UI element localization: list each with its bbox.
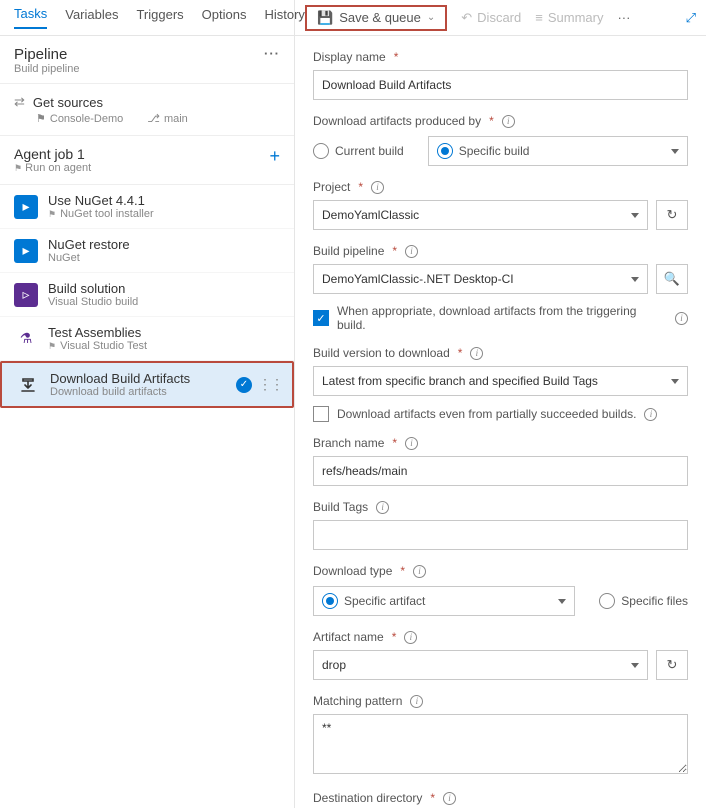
partial-cb-label: Download artifacts even from partially s… <box>337 407 636 421</box>
add-task-icon[interactable]: + <box>269 146 280 174</box>
version-select[interactable]: Latest from specific branch and specifie… <box>313 366 688 396</box>
pipeline-label: Build pipeline <box>313 244 384 258</box>
branch-label: Branch name <box>313 436 384 450</box>
dltype-label: Download type <box>313 564 392 578</box>
expand-icon[interactable]: ⤢ <box>686 10 696 26</box>
nuget-icon: ▸ <box>14 195 38 219</box>
save-icon: 💾 <box>317 10 333 26</box>
task-test[interactable]: ⚗ Test Assemblies ⚑Visual Studio Test <box>0 317 294 361</box>
flag-icon: ⚑ <box>48 341 56 352</box>
version-label: Build version to download <box>313 346 450 360</box>
info-icon[interactable]: i <box>413 565 426 578</box>
pipeline-select[interactable]: DemoYamlClassic-.NET Desktop-CI <box>313 264 648 294</box>
get-sources[interactable]: ⇄ Get sources ⚑Console-Demo ⎇main <box>0 84 294 136</box>
tags-input[interactable] <box>313 520 688 550</box>
sources-repo: ⚑Console-Demo <box>36 112 123 125</box>
branch-input[interactable] <box>313 456 688 486</box>
project-select[interactable]: DemoYamlClassic <box>313 200 648 230</box>
grip-icon[interactable]: ⋮⋮ <box>258 376 282 393</box>
branch-icon: ⎇ <box>147 112 160 125</box>
info-icon[interactable]: i <box>410 695 423 708</box>
tab-options[interactable]: Options <box>202 7 247 28</box>
refresh-icon: ↻ <box>667 207 678 223</box>
radio-specific-build[interactable]: Specific build <box>428 136 688 166</box>
trigger-cb-label: When appropriate, download artifacts fro… <box>337 304 667 332</box>
undo-icon: ↶ <box>461 10 472 26</box>
pipeline-title: Pipeline <box>14 46 79 63</box>
agent-title: Agent job 1 <box>14 146 91 162</box>
tabs: Tasks Variables Triggers Options History <box>0 0 294 36</box>
artifact-select[interactable]: drop <box>313 650 648 680</box>
task-nuget-install[interactable]: ▸ Use NuGet 4.4.1 ⚑NuGet tool installer <box>0 185 294 229</box>
flag-icon: ⚑ <box>48 209 56 220</box>
info-icon[interactable]: i <box>404 631 417 644</box>
info-icon[interactable]: i <box>371 181 384 194</box>
display-name-label: Display name <box>313 50 386 64</box>
flag-icon: ⚑ <box>14 163 22 173</box>
vs-icon: ▹ <box>14 283 38 307</box>
download-icon <box>16 373 40 397</box>
pipeline-header[interactable]: Pipeline Build pipeline ··· <box>0 36 294 84</box>
nuget-icon: ▸ <box>14 239 38 263</box>
sources-branch: ⎇main <box>147 112 188 125</box>
tags-label: Build Tags <box>313 500 368 514</box>
radio-current-build[interactable]: Current build <box>313 143 404 159</box>
toolbar: 💾 Save & queue ⌄ ↶ Discard ≡ Summary ···… <box>295 0 706 36</box>
info-icon[interactable]: i <box>405 437 418 450</box>
task-download-artifacts[interactable]: Download Build Artifacts Download build … <box>0 361 294 408</box>
task-nuget-restore[interactable]: ▸ NuGet restore NuGet <box>0 229 294 273</box>
sources-title: Get sources <box>33 95 103 110</box>
check-icon: ✓ <box>236 377 252 393</box>
chevron-down-icon: ⌄ <box>427 12 435 23</box>
refresh-icon: ↻ <box>667 657 678 673</box>
list-icon: ≡ <box>535 10 543 25</box>
tab-triggers[interactable]: Triggers <box>136 7 183 28</box>
display-name-input[interactable] <box>313 70 688 100</box>
sources-icon: ⇄ <box>14 94 25 110</box>
info-icon[interactable]: i <box>376 501 389 514</box>
search-icon: 🔍 <box>664 271 680 287</box>
pipeline-sub: Build pipeline <box>14 63 79 75</box>
artifact-label: Artifact name <box>313 630 384 644</box>
flag-icon: ⚑ <box>36 112 46 125</box>
info-icon[interactable]: i <box>470 347 483 360</box>
refresh-button[interactable]: ↻ <box>656 650 688 680</box>
pattern-label: Matching pattern <box>313 694 402 708</box>
partial-checkbox[interactable] <box>313 406 329 422</box>
pipeline-more-icon[interactable]: ··· <box>264 46 280 61</box>
tab-variables[interactable]: Variables <box>65 7 118 28</box>
refresh-button[interactable]: ↻ <box>656 200 688 230</box>
save-queue-button[interactable]: 💾 Save & queue ⌄ <box>305 5 447 31</box>
project-label: Project <box>313 180 350 194</box>
info-icon[interactable]: i <box>502 115 515 128</box>
dest-label: Destination directory <box>313 791 422 805</box>
radio-specific-artifact[interactable]: Specific artifact <box>313 586 575 616</box>
info-icon[interactable]: i <box>443 792 456 805</box>
more-button[interactable]: ··· <box>617 10 630 25</box>
summary-button: ≡ Summary <box>535 10 603 25</box>
radio-specific-files[interactable]: Specific files <box>599 593 688 609</box>
task-build[interactable]: ▹ Build solution Visual Studio build <box>0 273 294 317</box>
agent-sub: ⚑ Run on agent <box>14 162 91 174</box>
info-icon[interactable]: i <box>675 312 688 325</box>
search-button[interactable]: 🔍 <box>656 264 688 294</box>
info-icon[interactable]: i <box>644 408 657 421</box>
pattern-input[interactable]: ** <box>313 714 688 774</box>
discard-button: ↶ Discard <box>461 10 521 26</box>
trigger-checkbox[interactable]: ✓ <box>313 310 329 326</box>
info-icon[interactable]: i <box>405 245 418 258</box>
agent-job[interactable]: Agent job 1 ⚑ Run on agent + <box>0 136 294 185</box>
tab-tasks[interactable]: Tasks <box>14 6 47 29</box>
flask-icon: ⚗ <box>14 327 38 351</box>
produced-by-label: Download artifacts produced by <box>313 114 481 128</box>
